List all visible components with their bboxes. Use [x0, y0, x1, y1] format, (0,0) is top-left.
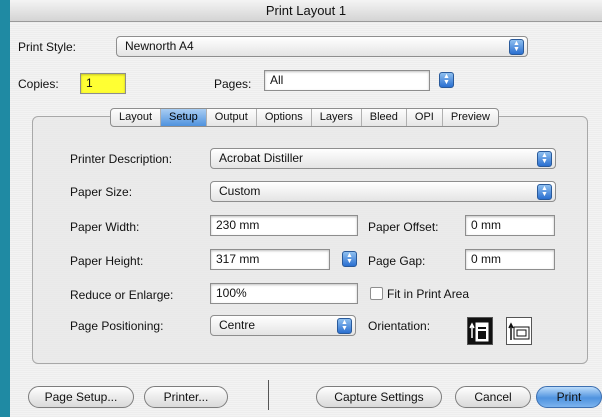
page-positioning-popup[interactable]: Centre ▲ ▼ — [210, 315, 356, 336]
paper-height-field[interactable]: 317 mm — [210, 249, 330, 270]
tab-setup[interactable]: Setup — [161, 109, 207, 126]
landscape-orientation-icon[interactable] — [506, 317, 532, 345]
paper-size-label: Paper Size: — [70, 185, 133, 199]
fit-in-print-area-checkbox[interactable] — [370, 287, 383, 300]
copies-field[interactable]: 1 — [80, 73, 126, 94]
tab-options[interactable]: Options — [257, 109, 312, 126]
up-down-arrows-icon: ▲ ▼ — [537, 151, 552, 167]
paper-width-field[interactable]: 230 mm — [210, 215, 358, 236]
paper-offset-label: Paper Offset: — [368, 220, 439, 234]
print-button[interactable]: Print — [536, 386, 602, 408]
paper-height-label: Paper Height: — [70, 254, 144, 268]
tab-layout[interactable]: Layout — [111, 109, 162, 126]
tab-output[interactable]: Output — [207, 109, 257, 126]
window-title: Print Layout 1 — [265, 3, 347, 18]
page-gap-field[interactable]: 0 mm — [465, 249, 555, 270]
pages-label: Pages: — [214, 77, 252, 91]
pages-popup-arrows-icon[interactable]: ▲ ▼ — [439, 72, 454, 88]
fit-in-print-area-label: Fit in Print Area — [387, 287, 470, 301]
page-gap-label: Page Gap: — [368, 254, 426, 268]
paper-height-stepper-icon[interactable]: ▲ ▼ — [342, 251, 357, 267]
reduce-enlarge-label: Reduce or Enlarge: — [70, 288, 174, 302]
tab-preview[interactable]: Preview — [443, 109, 498, 126]
reduce-enlarge-field[interactable]: 100% — [210, 283, 358, 304]
up-down-arrows-icon: ▲ ▼ — [537, 184, 552, 200]
paper-width-label: Paper Width: — [70, 220, 140, 234]
printer-description-label: Printer Description: — [70, 152, 173, 166]
print-dialog-window: Print Layout 1 Print Style: Newnorth A4 … — [10, 0, 602, 417]
paper-size-value: Custom — [219, 184, 261, 198]
copies-label: Copies: — [18, 77, 59, 91]
up-down-arrows-icon: ▲ ▼ — [509, 39, 524, 55]
page-positioning-label: Page Positioning: — [70, 319, 164, 333]
tab-layers[interactable]: Layers — [312, 109, 362, 126]
page-positioning-value: Centre — [219, 318, 256, 332]
printer-button[interactable]: Printer... — [144, 386, 228, 408]
portrait-orientation-icon[interactable] — [467, 317, 493, 345]
print-style-value: Newnorth A4 — [125, 39, 194, 53]
paper-offset-field[interactable]: 0 mm — [465, 215, 555, 236]
pages-field[interactable]: All — [264, 70, 430, 91]
title-bar[interactable]: Print Layout 1 — [10, 0, 602, 22]
page-setup-button[interactable]: Page Setup... — [28, 386, 134, 408]
button-divider — [268, 380, 269, 410]
print-style-popup[interactable]: Newnorth A4 ▲ ▼ — [116, 36, 528, 57]
tab-opi[interactable]: OPI — [407, 109, 443, 126]
up-down-arrows-icon: ▲ ▼ — [337, 318, 352, 334]
cancel-button[interactable]: Cancel — [455, 386, 531, 408]
capture-settings-button[interactable]: Capture Settings — [316, 386, 442, 408]
print-style-label: Print Style: — [18, 40, 77, 54]
printer-description-popup[interactable]: Acrobat Distiller ▲ ▼ — [210, 148, 556, 169]
tab-bar: Layout Setup Output Options Layers Bleed… — [110, 108, 499, 127]
paper-size-popup[interactable]: Custom ▲ ▼ — [210, 181, 556, 202]
tab-bleed[interactable]: Bleed — [362, 109, 407, 126]
orientation-label: Orientation: — [368, 319, 431, 333]
printer-description-value: Acrobat Distiller — [219, 151, 304, 165]
